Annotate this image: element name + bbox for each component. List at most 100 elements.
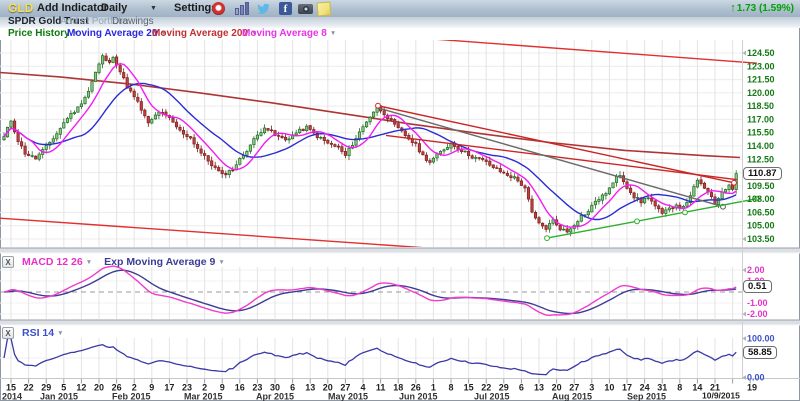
- svg-text:17: 17: [622, 383, 632, 393]
- svg-text:17: 17: [164, 383, 174, 393]
- svg-text:103.50: 103.50: [747, 234, 775, 244]
- svg-text:26: 26: [411, 383, 421, 393]
- price-value-box: 110.87: [743, 167, 782, 180]
- symbol-subbar: SPDR Gold Trust Add to Portfolio Drawing…: [0, 17, 800, 28]
- macd-panel: [0, 266, 742, 315]
- period-dropdown-arrow[interactable]: ▼: [150, 0, 157, 17]
- svg-text:Aug 2015: Aug 2015: [552, 392, 592, 401]
- svg-text:May 2015: May 2015: [328, 392, 368, 401]
- facebook-icon[interactable]: f: [279, 2, 292, 15]
- drawing-handle[interactable]: [721, 204, 726, 209]
- svg-text:22: 22: [481, 383, 491, 393]
- svg-text:13: 13: [534, 383, 544, 393]
- change-text: 1.73 (1.59%): [737, 3, 794, 14]
- chart-window: GLD Add Indicator Daily ▼ Settings f ↑1.…: [0, 0, 800, 401]
- svg-text:0.00: 0.00: [747, 373, 765, 383]
- macd-signal-text: Exp Moving Average 9: [104, 256, 215, 268]
- svg-text:29: 29: [41, 383, 51, 393]
- svg-text:10/9/2015: 10/9/2015: [702, 391, 740, 401]
- symbol-label: GLD: [8, 0, 33, 17]
- svg-text:108.00: 108.00: [747, 194, 775, 204]
- alarm-icon[interactable]: [212, 2, 225, 15]
- svg-text:Sep 2015: Sep 2015: [627, 392, 666, 401]
- chevron-down-icon: ▼: [218, 259, 224, 266]
- svg-text:27: 27: [340, 383, 350, 393]
- drawing-handle[interactable]: [545, 236, 550, 241]
- rsi-line: [4, 339, 736, 375]
- svg-text:16: 16: [235, 383, 245, 393]
- drawing-channel-bottom[interactable]: [0, 218, 432, 248]
- x-axis: 1522295122026291723291623306132027411182…: [2, 379, 757, 401]
- legend-moving-average-8[interactable]: Moving Average 8▼: [242, 28, 336, 40]
- ma8-line: [4, 64, 736, 228]
- macd-signal-line: [4, 270, 736, 313]
- macd-title-text: MACD 12 26: [22, 256, 83, 268]
- drawing-trend-gray[interactable]: [378, 108, 725, 209]
- price-axis-labels: 124.50123.00121.50120.00118.50117.00115.…: [743, 48, 775, 383]
- svg-text:105.00: 105.00: [747, 221, 775, 231]
- drawings-link[interactable]: Drawings: [112, 17, 154, 28]
- price-change: ↑1.73 (1.59%): [730, 0, 794, 17]
- period-dropdown[interactable]: Daily: [101, 0, 127, 17]
- rsi-panel: [4, 339, 736, 375]
- sticky-note-icon[interactable]: [316, 1, 331, 16]
- rsi-indicator-dropdown[interactable]: RSI 14▼: [22, 327, 64, 339]
- svg-text:124.50: 124.50: [747, 48, 775, 58]
- drawing-handle[interactable]: [755, 196, 760, 201]
- indicator-legend: Price History▼ Moving Average 20▼ Moving…: [0, 28, 742, 40]
- rsi-close-button[interactable]: X: [2, 327, 14, 339]
- svg-text:Jan 2015: Jan 2015: [40, 392, 78, 401]
- drawing-handle[interactable]: [683, 210, 688, 215]
- svg-text:21: 21: [710, 383, 720, 393]
- drawing-trend-green[interactable]: [545, 196, 760, 240]
- drawing-handle[interactable]: [635, 219, 640, 224]
- svg-text:8: 8: [448, 383, 453, 393]
- price-panel: [0, 53, 740, 236]
- drawing-channel-top[interactable]: [418, 38, 757, 63]
- svg-text:22: 22: [24, 383, 34, 393]
- svg-text:112.50: 112.50: [747, 154, 774, 164]
- svg-text:31: 31: [657, 383, 667, 393]
- macd-close-button[interactable]: X: [2, 256, 14, 268]
- svg-text:27: 27: [569, 383, 579, 393]
- trendline-drawings: [0, 38, 759, 248]
- macd-signal-dropdown[interactable]: Exp Moving Average 9▼: [104, 256, 225, 268]
- svg-text:Mar 2015: Mar 2015: [184, 392, 223, 401]
- chevron-down-icon: ▼: [330, 30, 336, 37]
- camera-icon[interactable]: [298, 4, 313, 14]
- macd-indicator-dropdown[interactable]: MACD 12 26▼: [22, 256, 92, 268]
- svg-text:3: 3: [589, 383, 594, 393]
- svg-text:109.50: 109.50: [747, 181, 775, 191]
- drawing-handle[interactable]: [376, 103, 381, 108]
- settings-button[interactable]: Settings: [174, 0, 217, 17]
- up-arrow-icon: ↑: [730, 2, 736, 14]
- drawing-handle[interactable]: [732, 180, 737, 185]
- svg-text:24: 24: [640, 383, 650, 393]
- svg-text:14: 14: [692, 383, 702, 393]
- columns-chart-icon[interactable]: [235, 1, 251, 16]
- twitter-icon[interactable]: [256, 1, 272, 16]
- drawing-trend-red-low[interactable]: [386, 135, 737, 179]
- svg-text:121.50: 121.50: [747, 75, 775, 85]
- svg-text:9: 9: [149, 383, 154, 393]
- add-indicator-button[interactable]: Add Indicator: [37, 0, 108, 17]
- rsi-value-box: 58.85: [743, 346, 777, 359]
- svg-text:106.50: 106.50: [747, 207, 775, 217]
- macd-value-box: 0.51: [743, 280, 772, 293]
- svg-text:5: 5: [61, 383, 66, 393]
- svg-text:Jun 2015: Jun 2015: [399, 392, 438, 401]
- svg-text:19: 19: [747, 383, 757, 393]
- svg-text:100.00: 100.00: [747, 333, 775, 343]
- candles-layer: [3, 53, 738, 236]
- svg-text:10: 10: [604, 383, 614, 393]
- svg-text:26: 26: [112, 383, 122, 393]
- panel-separators: [0, 40, 800, 379]
- svg-text:2014: 2014: [2, 392, 22, 401]
- drawing-trend-red-may[interactable]: [376, 103, 737, 185]
- svg-text:9: 9: [220, 383, 225, 393]
- chevron-down-icon: ▼: [86, 259, 92, 266]
- svg-text:23: 23: [252, 383, 262, 393]
- svg-text:20: 20: [94, 383, 104, 393]
- svg-text:13: 13: [305, 383, 315, 393]
- svg-text:29: 29: [499, 383, 509, 393]
